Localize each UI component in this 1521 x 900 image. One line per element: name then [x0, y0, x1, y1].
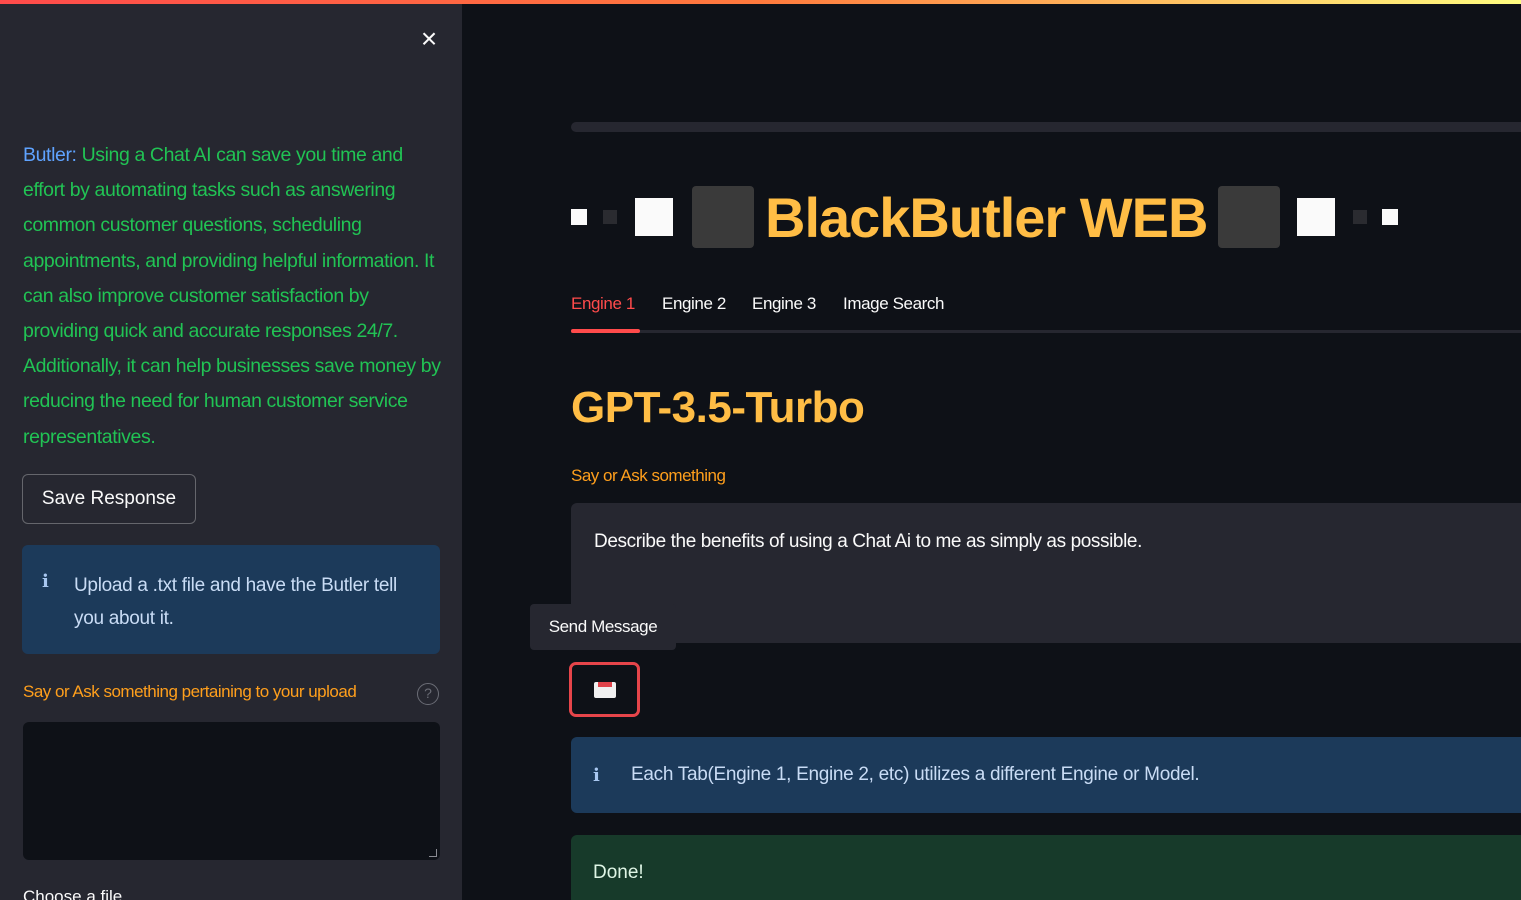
envelope-icon [593, 681, 616, 698]
tab-engine-2[interactable]: Engine 2 [662, 294, 726, 314]
sidebar: × Butler: Using a Chat AI can save you t… [0, 4, 462, 900]
page-title-row: BlackButler WEB [571, 184, 1399, 250]
engine-info-text: Each Tab(Engine 1, Engine 2, etc) utiliz… [631, 764, 1200, 785]
decorative-square [1297, 198, 1336, 236]
prompt-label: Say or Ask something [571, 466, 726, 485]
butler-name: Butler: [23, 144, 77, 166]
resize-grip-icon[interactable] [429, 849, 437, 857]
upload-info-text: Upload a .txt file and have the Butler t… [74, 575, 397, 629]
decorative-square [1353, 210, 1368, 224]
engine-tabs: Engine 1 Engine 2 Engine 3 Image Search [571, 292, 1521, 335]
send-message-button[interactable] [569, 662, 640, 717]
butler-message: Using a Chat AI can save you time and ef… [23, 144, 441, 448]
tab-engine-1[interactable]: Engine 1 [571, 294, 635, 314]
send-message-tooltip: Send Message [530, 604, 676, 650]
decorative-square [603, 210, 617, 224]
decorative-square [571, 209, 587, 225]
engine-info-alert: i Each Tab(Engine 1, Engine 2, etc) util… [571, 737, 1521, 813]
help-icon[interactable]: ? [417, 683, 439, 705]
close-sidebar-button[interactable]: × [414, 24, 444, 54]
prompt-textarea[interactable]: Describe the benefits of using a Chat Ai… [571, 503, 1521, 643]
active-tab-indicator [571, 329, 640, 333]
tabs-baseline [571, 330, 1521, 333]
decorative-square [1218, 186, 1281, 248]
info-icon: i [593, 764, 600, 786]
engine-heading: GPT-3.5-Turbo [571, 383, 865, 432]
decorative-square [1382, 209, 1399, 225]
butler-response: Butler: Using a Chat AI can save you tim… [23, 138, 443, 455]
decorative-square [635, 198, 673, 236]
upload-question-label: Say or Ask something pertaining to your … [23, 682, 357, 701]
main-divider [571, 122, 1521, 132]
success-alert: Done! [571, 835, 1521, 900]
tab-image-search[interactable]: Image Search [843, 294, 944, 314]
info-icon: i [42, 571, 49, 592]
close-icon: × [420, 23, 438, 54]
page-title: BlackButler WEB [765, 185, 1208, 249]
save-response-button[interactable]: Save Response [22, 474, 196, 524]
upload-info-alert: i Upload a .txt file and have the Butler… [22, 545, 440, 654]
upload-question-textarea[interactable] [23, 722, 440, 860]
tab-engine-3[interactable]: Engine 3 [752, 294, 816, 314]
decorative-square [692, 186, 754, 248]
choose-file-label: Choose a file [23, 887, 123, 900]
